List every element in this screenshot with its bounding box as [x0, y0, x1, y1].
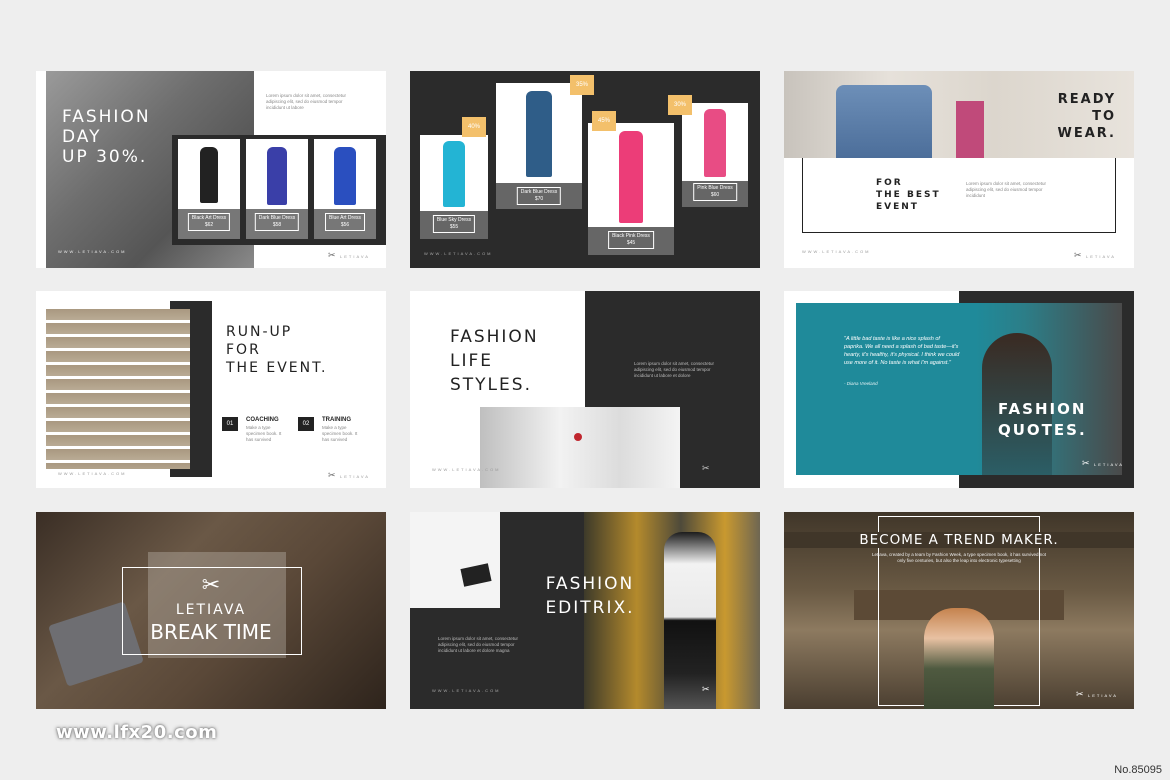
footer-url: WWW.LETIAVA.COM: [802, 249, 871, 254]
slide-trend-maker[interactable]: BECOME A TREND MAKER. Letiava, created b…: [784, 512, 1134, 709]
scissors-icon: ✂: [702, 684, 710, 694]
product-label: Blue Sky Dress $55: [432, 215, 476, 233]
slide-title: READY TO WEAR.: [1057, 92, 1116, 141]
slide-subtitle: FOR THE BEST EVENT: [876, 178, 941, 212]
slide-title: FASHION DAY UP 30%.: [62, 107, 151, 167]
dress-figure: [267, 147, 287, 205]
slide-body-text: Lorem ipsum dolor sit amet, consectetur …: [966, 181, 1047, 198]
scissors-icon: ✂: [201, 572, 221, 597]
product-label: Pink Blue Dress $60: [693, 183, 737, 201]
footer-url: WWW.LETIAVA.COM: [432, 688, 501, 693]
product-image: [246, 139, 308, 209]
dress-figure: [704, 109, 726, 177]
content-frame: [802, 158, 1116, 233]
product-label: Black Art Dress $62: [187, 213, 231, 231]
discount-badge: 40%: [462, 117, 486, 137]
footer-url: WWW.LETIAVA.COM: [58, 471, 127, 476]
scissors-icon: ✂: [328, 470, 336, 480]
slide-fashion-day[interactable]: FASHION DAY UP 30%. Lorem ipsum dolor si…: [36, 71, 386, 268]
dress-figure: [334, 147, 356, 205]
scissors-icon: ✂: [1082, 458, 1090, 468]
product-image: [178, 139, 240, 209]
footer-logo: ✂ LETIAVA: [1074, 250, 1116, 260]
dress-figure: [200, 147, 218, 203]
product-label: Blue Art Dress $56: [325, 213, 365, 231]
quote-author: - Diana Vreeland: [844, 381, 878, 386]
model-figure: [924, 608, 994, 709]
footer-logo: ✂ LETIAVA: [1076, 689, 1118, 699]
product-image: [496, 83, 582, 183]
slide-fashion-editrix[interactable]: FASHION EDITRIX. Lorem ipsum dolor sit a…: [410, 512, 760, 709]
accessories-photo: [410, 512, 500, 608]
rose-figure: [574, 433, 582, 441]
product-label: Black Pink Dress $45: [608, 231, 654, 249]
discount-badge: 30%: [668, 95, 692, 115]
scissors-icon: ✂: [1076, 689, 1084, 699]
scissors-icon: ✂: [702, 463, 710, 473]
footer-url: WWW.LETIAVA.COM: [432, 467, 501, 472]
workspace-photo: [46, 309, 190, 469]
slide-product-prices[interactable]: Blue Sky Dress $55 40% Dark Blue Dress $70…: [410, 71, 760, 268]
scissors-icon: ✂: [1074, 250, 1082, 260]
dress-figure: [619, 131, 643, 223]
model-photo: [480, 407, 680, 488]
reference-number: No.85095: [1114, 764, 1162, 776]
slide-body-text: Lorem ipsum dolor sit amet, consectetur …: [634, 361, 715, 378]
bag-figure: [956, 101, 984, 158]
footer-url: WWW.LETIAVA.COM: [58, 249, 127, 254]
slide-run-up[interactable]: RUN-UP FOR THE EVENT. 01 COACHING Make a…: [36, 291, 386, 488]
slide-body-text: Letiava, created by a team by Fashion We…: [871, 552, 1046, 563]
slide-fashion-quotes[interactable]: "A little bad taste is like a nice splas…: [784, 291, 1134, 488]
footer-logo: ✂ LETIAVA: [328, 250, 370, 260]
slide-ready-to-wear[interactable]: READY TO WEAR. FOR THE BEST EVENT Lorem …: [784, 71, 1134, 268]
slide-body-text: Lorem ipsum dolor sit amet, consectetur …: [438, 636, 519, 653]
footer-url: WWW.LETIAVA.COM: [424, 251, 493, 256]
product-image: [420, 135, 488, 211]
product-label: Dark Blue Dress $58: [254, 213, 300, 231]
discount-badge: 45%: [592, 111, 616, 131]
model-figure: [664, 532, 716, 709]
scissors-icon: ✂: [328, 250, 336, 260]
product-image: [588, 123, 674, 227]
slide-title: BECOME A TREND MAKER.: [784, 532, 1134, 548]
slide-title: FASHION LIFE STYLES.: [450, 327, 539, 395]
product-image: [314, 139, 376, 209]
teal-photo: [796, 303, 1122, 475]
quote-text: "A little bad taste is like a nice splas…: [844, 336, 960, 366]
footer-logo: ✂ LETIAVA: [1082, 458, 1124, 468]
jeans-figure: [836, 85, 932, 158]
slide-title: FASHION EDITRIX.: [545, 574, 635, 618]
slide-title: FASHION QUOTES.: [998, 400, 1087, 439]
slide-title: RUN-UP FOR THE EVENT.: [226, 324, 328, 376]
products-panel: Black Art Dress $62 Dark Blue Dress $58 Bl…: [172, 135, 386, 245]
slide-title: BREAK TIME: [150, 620, 272, 644]
dress-figure: [443, 141, 465, 207]
site-watermark: www.lfx20.com: [56, 722, 218, 743]
product-label: Dark Blue Dress $70: [516, 187, 562, 205]
footer-logo: ✂ LETIAVA: [328, 470, 370, 480]
dress-figure: [526, 91, 552, 177]
brand-name: LETIAVA: [175, 602, 247, 618]
slide-break-time[interactable]: ✂ LETIAVA BREAK TIME: [36, 512, 386, 709]
slide-body-text: Lorem ipsum dolor sit amet, consectetur …: [266, 93, 347, 110]
discount-badge: 35%: [570, 75, 594, 95]
slide-life-styles[interactable]: FASHION LIFE STYLES. Lorem ipsum dolor s…: [410, 291, 760, 488]
